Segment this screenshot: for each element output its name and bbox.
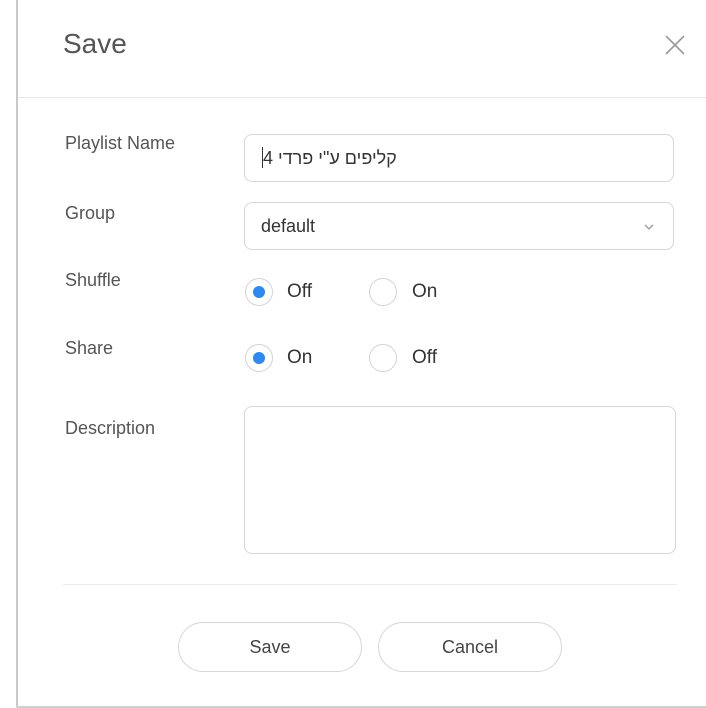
save-playlist-dialog: Save Playlist Name קליפים ע"י פרדי 4 Gro… — [0, 0, 706, 708]
chevron-down-icon — [643, 219, 655, 230]
shuffle-label: Shuffle — [65, 270, 121, 290]
share-on-label[interactable]: On — [287, 347, 312, 369]
cancel-button[interactable]: Cancel — [378, 622, 562, 672]
shuffle-on-radio[interactable] — [369, 278, 397, 306]
group-label: Group — [65, 203, 116, 223]
group-selected-value: default — [261, 216, 316, 236]
save-button[interactable]: Save — [178, 622, 362, 672]
dialog-title: Save — [63, 28, 127, 59]
playlist-name-value: קליפים ע"י פרדי 4 — [263, 148, 397, 168]
dialog-left-border — [16, 0, 18, 708]
shuffle-on-label[interactable]: On — [412, 281, 437, 303]
description-label: Description — [65, 418, 156, 438]
share-off-label[interactable]: Off — [412, 347, 437, 369]
shuffle-off-radio[interactable] — [245, 278, 273, 306]
playlist-name-input[interactable]: קליפים ע"י פרדי 4 — [244, 134, 674, 182]
share-off-radio[interactable] — [369, 344, 397, 372]
share-radio-group: On Off — [244, 344, 544, 374]
close-icon[interactable] — [664, 34, 686, 56]
share-on-radio[interactable] — [245, 344, 273, 372]
shuffle-off-label[interactable]: Off — [287, 281, 312, 303]
description-textarea[interactable] — [244, 406, 676, 554]
footer-divider — [63, 584, 677, 585]
share-label: Share — [65, 338, 114, 358]
group-select[interactable]: default — [244, 202, 674, 250]
playlist-name-label: Playlist Name — [65, 133, 176, 153]
dialog-header: Save — [18, 0, 706, 98]
shuffle-radio-group: Off On — [244, 278, 544, 308]
